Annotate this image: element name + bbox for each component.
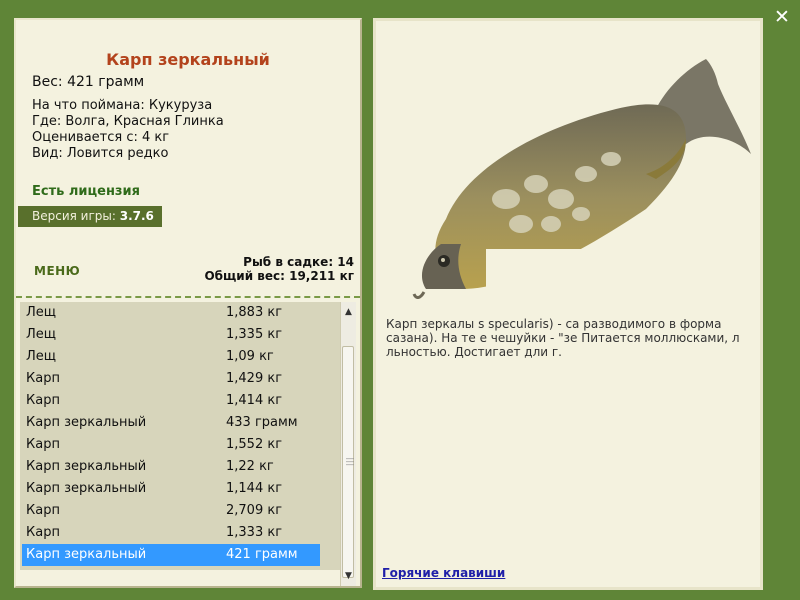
fish-image-panel: Карп зеркалы s specularis) - ca разводим… bbox=[373, 18, 763, 590]
list-item[interactable]: Карп зеркальный 1,22 кг bbox=[22, 456, 340, 478]
list-item[interactable]: Лещ 1,09 кг bbox=[22, 346, 340, 368]
catch-list-scrollbar[interactable]: ▲ ― ― ― ▼ bbox=[340, 302, 356, 586]
list-item-name: Карп bbox=[26, 371, 60, 386]
list-item-weight: 1,552 кг bbox=[226, 437, 283, 452]
list-item-weight: 1,429 кг bbox=[226, 371, 283, 386]
list-item[interactable]: Карп зеркальный 1,144 кг bbox=[22, 478, 340, 500]
list-item-name: Лещ bbox=[26, 305, 57, 320]
game-version: Версия игры: 3.7.6 bbox=[18, 206, 162, 227]
version-label: Версия игры: bbox=[32, 209, 120, 223]
list-item-weight: 1,22 кг bbox=[226, 459, 274, 474]
rating: Оценивается с: 4 кг bbox=[32, 130, 170, 145]
fish-details: На что поймана: Кукуруза Где: Волга, Кра… bbox=[32, 98, 224, 162]
list-item-name: Лещ bbox=[26, 349, 57, 364]
list-item-name: Карп зеркальный bbox=[26, 415, 147, 430]
list-item[interactable]: Карп зеркальный 433 грамм bbox=[22, 412, 340, 434]
list-item-name: Карп bbox=[26, 503, 60, 518]
hotkeys-link[interactable]: Горячие клавиши bbox=[382, 566, 505, 580]
list-item-name: Карп зеркальный bbox=[26, 547, 147, 562]
list-item-name: Карп bbox=[26, 437, 60, 452]
fish-title: Карп зеркальный bbox=[106, 50, 270, 69]
fish-type: Вид: Ловится редко bbox=[32, 146, 169, 161]
version-value: 3.7.6 bbox=[119, 209, 154, 223]
list-item-name: Карп bbox=[26, 393, 60, 408]
list-item[interactable]: Карп 2,709 кг bbox=[22, 500, 340, 522]
list-item[interactable]: Карп 1,333 кг bbox=[22, 522, 340, 544]
close-button[interactable]: ✕ bbox=[771, 6, 793, 28]
divider bbox=[16, 296, 360, 298]
caught-on: На что поймана: Кукуруза bbox=[32, 98, 213, 113]
list-item-weight: 1,09 кг bbox=[226, 349, 274, 364]
list-item-weight: 1,333 кг bbox=[226, 525, 283, 540]
list-item-weight: 1,144 кг bbox=[226, 481, 283, 496]
scroll-down-arrow[interactable]: ▼ bbox=[341, 568, 356, 584]
list-item[interactable]: Карп зеркальный 421 грамм bbox=[22, 544, 320, 566]
list-item-weight: 433 грамм bbox=[226, 415, 298, 430]
list-item[interactable]: Карп 1,414 кг bbox=[22, 390, 340, 412]
caught-where: Где: Волга, Красная Глинка bbox=[32, 114, 224, 129]
fish-info-panel: Карп зеркальный Вес: 421 грамм На что по… bbox=[14, 18, 362, 588]
license-status: Есть лицензия bbox=[32, 184, 140, 199]
menu-button[interactable]: МЕНЮ bbox=[34, 264, 80, 278]
list-item-weight: 1,335 кг bbox=[226, 327, 283, 342]
keep-net-total: Общий вес: 19,211 кг bbox=[204, 269, 354, 283]
fish-weight: Вес: 421 грамм bbox=[32, 74, 145, 90]
list-item-weight: 1,414 кг bbox=[226, 393, 283, 408]
list-item-name: Карп зеркальный bbox=[26, 459, 147, 474]
list-item[interactable]: Лещ 1,883 кг bbox=[22, 302, 340, 324]
grip-icon: ― ― ― bbox=[346, 454, 354, 469]
keep-net-count: Рыб в садке: 14 bbox=[243, 255, 354, 269]
list-item[interactable]: Карп 1,429 кг bbox=[22, 368, 340, 390]
list-item-weight: 2,709 кг bbox=[226, 503, 283, 518]
scroll-thumb[interactable]: ― ― ― bbox=[342, 346, 354, 578]
catch-list[interactable]: Лещ 1,883 кг Лещ 1,335 кг Лещ 1,09 кг Карп 1,42… bbox=[20, 302, 340, 570]
list-item[interactable]: Карп 1,552 кг bbox=[22, 434, 340, 456]
scroll-up-arrow[interactable]: ▲ bbox=[341, 304, 356, 320]
list-item[interactable]: Лещ 1,335 кг bbox=[22, 324, 340, 346]
list-item-name: Карп зеркальный bbox=[26, 481, 147, 496]
list-item-weight: 421 грамм bbox=[226, 547, 298, 562]
fish-description: Карп зеркалы s specularis) - ca разводим… bbox=[386, 317, 740, 359]
keep-net-summary: Рыб в садке: 14 Общий вес: 19,211 кг bbox=[204, 255, 354, 283]
list-item-name: Карп bbox=[26, 525, 60, 540]
list-item-weight: 1,883 кг bbox=[226, 305, 283, 320]
close-icon: ✕ bbox=[774, 6, 790, 28]
mirror-carp-image bbox=[412, 59, 758, 299]
list-item-name: Лещ bbox=[26, 327, 57, 342]
